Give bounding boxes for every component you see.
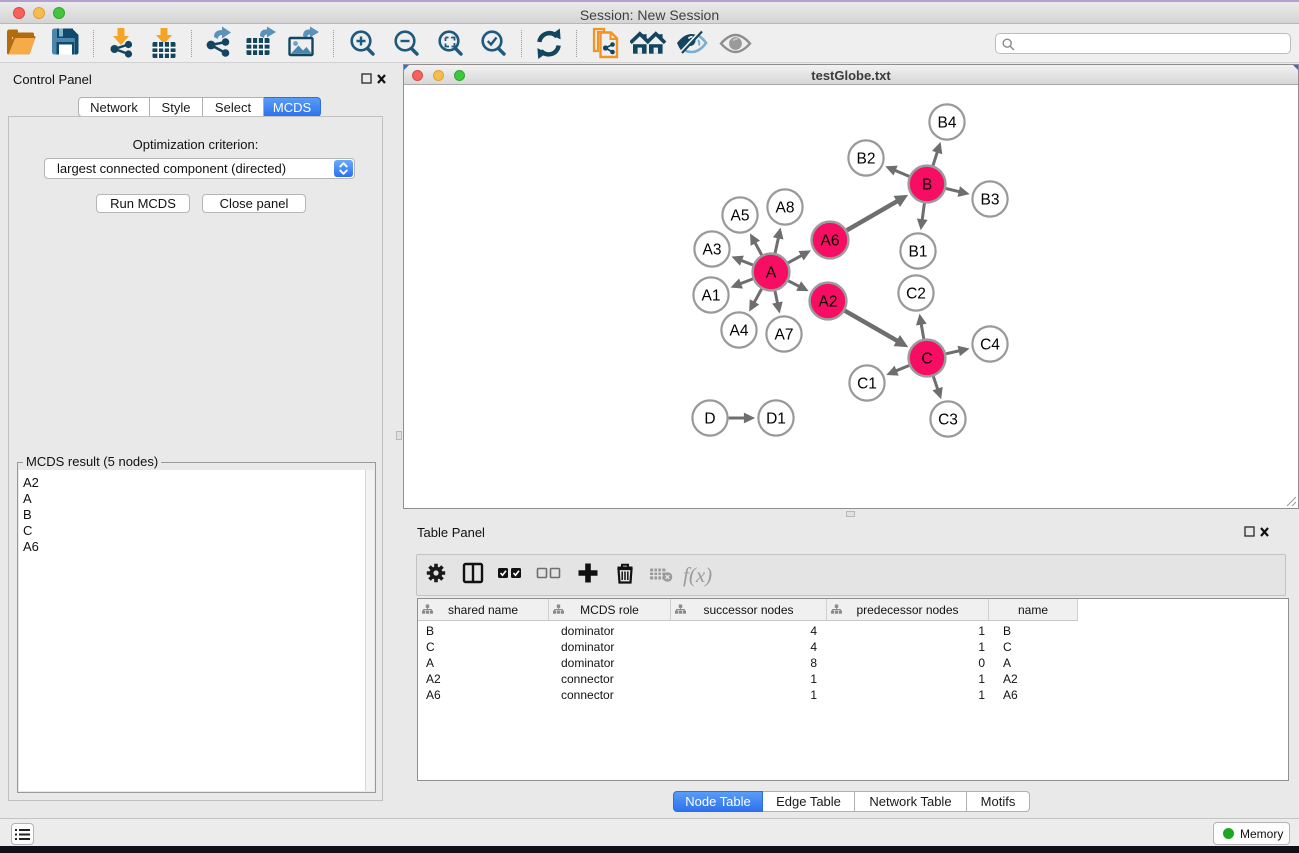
svg-text:D1: D1 [766,411,786,428]
svg-text:C2: C2 [906,286,926,303]
svg-text:C4: C4 [980,337,1000,354]
svg-text:D: D [704,411,715,428]
svg-text:A: A [766,265,777,282]
svg-text:B4: B4 [938,115,957,132]
svg-text:C: C [921,351,932,368]
svg-text:A5: A5 [731,208,750,225]
svg-text:A4: A4 [730,323,749,340]
svg-text:B3: B3 [981,192,1000,209]
svg-text:B: B [922,177,932,194]
svg-text:A7: A7 [775,327,794,344]
svg-text:B1: B1 [909,244,928,261]
svg-text:C1: C1 [857,376,877,393]
svg-text:A8: A8 [776,200,795,217]
svg-text:B2: B2 [857,151,876,168]
svg-text:A2: A2 [819,294,838,311]
svg-text:C3: C3 [938,412,958,429]
svg-text:A1: A1 [702,288,721,305]
svg-text:A3: A3 [703,242,722,259]
svg-text:A6: A6 [821,233,840,250]
